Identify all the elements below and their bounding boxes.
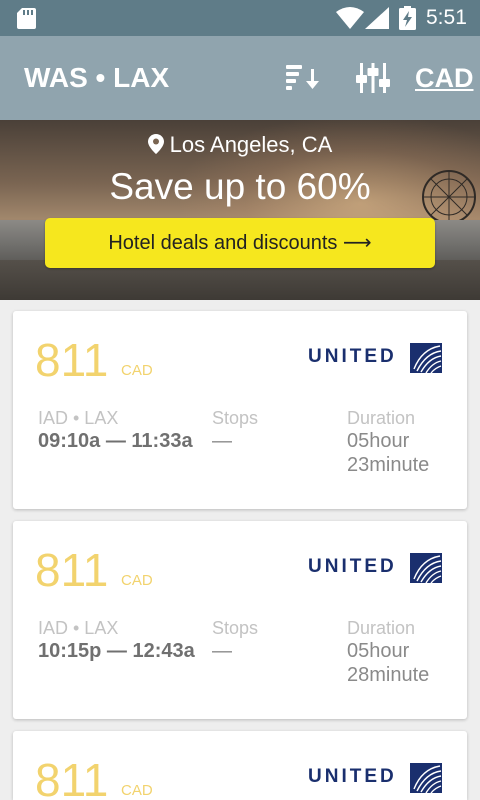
united-globe-logo-icon xyxy=(410,343,442,373)
duration-hours: 05hour xyxy=(347,430,410,452)
stops-label: Stops xyxy=(212,408,259,428)
wifi-icon xyxy=(336,7,364,29)
clock: 5:51 xyxy=(426,6,467,29)
flight-card[interactable]: 811 CAD UNITED IAD • LAX 09:10a — 11:33a… xyxy=(13,311,467,509)
duration-label: Duration xyxy=(347,408,416,428)
hotel-deals-button[interactable]: Hotel deals and discounts ⟶ xyxy=(45,218,435,268)
airline-name: UNITED xyxy=(308,556,397,577)
stops-label: Stops xyxy=(212,618,259,638)
united-globe-logo-icon xyxy=(410,553,442,583)
duration-minutes: 28minute xyxy=(347,664,430,686)
airline-name: UNITED xyxy=(308,766,397,787)
flight-price: 811 xyxy=(35,754,109,800)
status-bar: 5:51 xyxy=(0,0,480,36)
hotel-deals-banner: Los Angeles, CA Save up to 60% Hotel dea… xyxy=(0,120,480,300)
app-toolbar: WAS • LAX CAD xyxy=(0,36,480,120)
filter-sliders-icon[interactable] xyxy=(355,61,391,95)
flight-times: 10:15p — 12:43a xyxy=(38,640,195,662)
duration-hours: 05hour xyxy=(347,640,410,662)
battery-charging-icon xyxy=(399,6,416,30)
duration-label: Duration xyxy=(347,618,416,638)
currency-selector[interactable]: CAD xyxy=(415,61,474,95)
cell-signal-icon xyxy=(365,7,389,29)
route-title: WAS • LAX xyxy=(24,62,170,93)
flight-price-currency: CAD xyxy=(121,782,153,799)
flight-card[interactable]: 811 CAD UNITED xyxy=(13,731,467,800)
united-globe-logo-icon xyxy=(410,763,442,793)
flight-card[interactable]: 811 CAD UNITED IAD • LAX 10:15p — 12:43a… xyxy=(13,521,467,719)
flight-price: 811 xyxy=(35,334,109,386)
location-pin-icon xyxy=(147,134,164,154)
stops-value: — xyxy=(212,430,232,452)
sd-card-icon xyxy=(17,8,36,29)
banner-headline: Save up to 60% xyxy=(109,166,371,207)
location-text: Los Angeles, CA xyxy=(169,132,333,157)
flight-price: 811 xyxy=(35,544,109,596)
banner-location: Los Angeles, CA xyxy=(0,132,480,158)
flight-times: 09:10a — 11:33a xyxy=(38,430,193,452)
sort-descending-icon[interactable] xyxy=(284,63,322,93)
duration-minutes: 23minute xyxy=(347,454,430,476)
flight-route: IAD • LAX xyxy=(38,408,119,428)
flight-price-currency: CAD xyxy=(121,362,153,379)
flight-route: IAD • LAX xyxy=(38,618,119,638)
airline-name: UNITED xyxy=(308,346,397,367)
stops-value: — xyxy=(212,640,232,662)
flight-price-currency: CAD xyxy=(121,572,153,589)
